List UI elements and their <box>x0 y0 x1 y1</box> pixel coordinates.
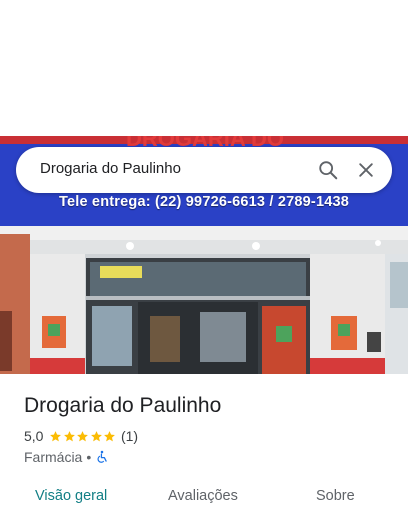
close-icon[interactable] <box>356 160 376 180</box>
tab-overview[interactable]: Visão geral <box>35 488 107 504</box>
tab-reviews[interactable]: Avaliações <box>168 488 238 504</box>
place-panel: DROGARIA DO Tele entrega: (22) 99726-661… <box>0 0 408 510</box>
tab-bar: Visão geral Avaliações Sobre <box>0 480 408 510</box>
search-input[interactable]: Drogaria do Paulinho <box>40 160 181 177</box>
rating-value: 5,0 <box>24 428 44 444</box>
search-icon[interactable] <box>317 159 339 181</box>
star-icon <box>91 430 102 441</box>
tab-about[interactable]: Sobre <box>316 488 355 504</box>
star-icon <box>50 430 62 441</box>
rating-row[interactable]: 5,0 (1) <box>24 428 138 444</box>
sign-tagline: Tele entrega: (22) 99726-6613 / 2789-143… <box>58 194 350 210</box>
star-icon <box>77 430 89 441</box>
wheelchair-icon <box>97 450 107 463</box>
star-icon <box>104 430 116 441</box>
category-row: Farmácia • <box>24 449 109 465</box>
rating-stars <box>49 430 117 443</box>
place-title: Drogaria do Paulinho <box>24 394 222 417</box>
review-count[interactable]: (1) <box>121 428 138 444</box>
star-icon <box>64 430 75 441</box>
separator: • <box>86 449 92 465</box>
search-bar[interactable]: Drogaria do Paulinho <box>16 147 392 193</box>
place-category: Farmácia <box>24 449 83 465</box>
